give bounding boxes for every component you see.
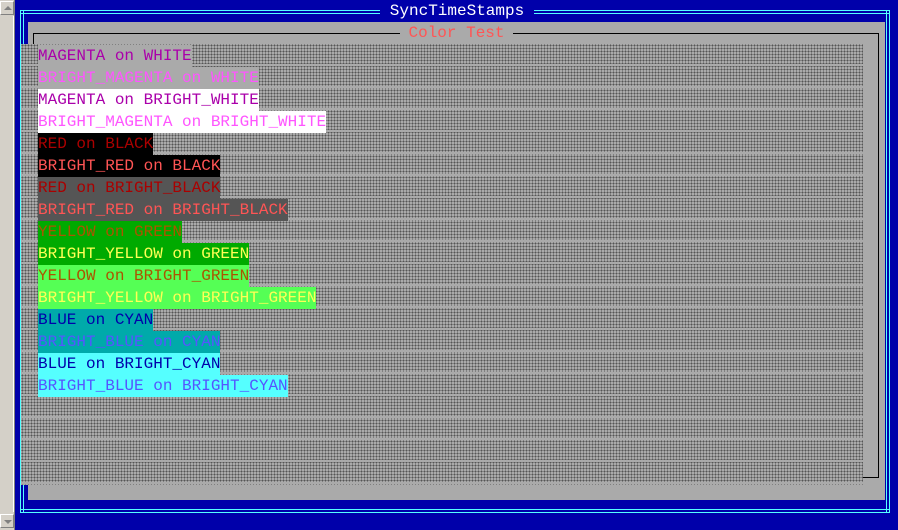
color-row: RED on BLACK	[38, 133, 154, 155]
color-row: MAGENTA on BRIGHT_WHITE	[38, 89, 259, 111]
scrollbar-track[interactable]	[1, 16, 14, 512]
color-row: MAGENTA on WHITE	[38, 45, 192, 67]
window-border-bottom	[20, 509, 890, 513]
panel-title-bar: Color Test	[28, 24, 885, 42]
grid-divider	[21, 482, 863, 484]
color-row: BRIGHT_BLUE on BRIGHT_CYAN	[38, 375, 288, 397]
color-row: YELLOW on BRIGHT_GREEN	[38, 265, 250, 287]
arrow-up-icon	[4, 6, 12, 10]
window-border-right	[886, 10, 890, 513]
panel-title: Color Test	[400, 24, 513, 42]
window-title-bar: SyncTimeStamps	[16, 2, 898, 20]
window-title: SyncTimeStamps	[379, 2, 535, 20]
scroll-down-button[interactable]	[0, 514, 14, 528]
scroll-up-button[interactable]	[0, 1, 14, 15]
color-row: BRIGHT_YELLOW on GREEN	[38, 243, 250, 265]
grid-divider	[21, 438, 863, 440]
color-row: BRIGHT_RED on BLACK	[38, 155, 221, 177]
color-row: BRIGHT_BLUE on CYAN	[38, 331, 221, 353]
color-row: BRIGHT_RED on BRIGHT_BLACK	[38, 199, 288, 221]
color-row: YELLOW on GREEN	[38, 221, 183, 243]
grid-divider	[21, 460, 863, 462]
color-row: BLUE on CYAN	[38, 309, 154, 331]
color-row: BRIGHT_MAGENTA on BRIGHT_WHITE	[38, 111, 327, 133]
color-row: BRIGHT_MAGENTA on WHITE	[38, 67, 259, 89]
arrow-down-icon	[4, 520, 12, 524]
color-test-list: MAGENTA on WHITE BRIGHT_MAGENTA on WHITE…	[38, 45, 327, 397]
color-row: RED on BRIGHT_BLACK	[38, 177, 221, 199]
color-row: BLUE on BRIGHT_CYAN	[38, 353, 221, 375]
grid-divider	[21, 416, 863, 418]
color-row: BRIGHT_YELLOW on BRIGHT_GREEN	[38, 287, 317, 309]
vertical-scrollbar[interactable]	[0, 0, 15, 530]
